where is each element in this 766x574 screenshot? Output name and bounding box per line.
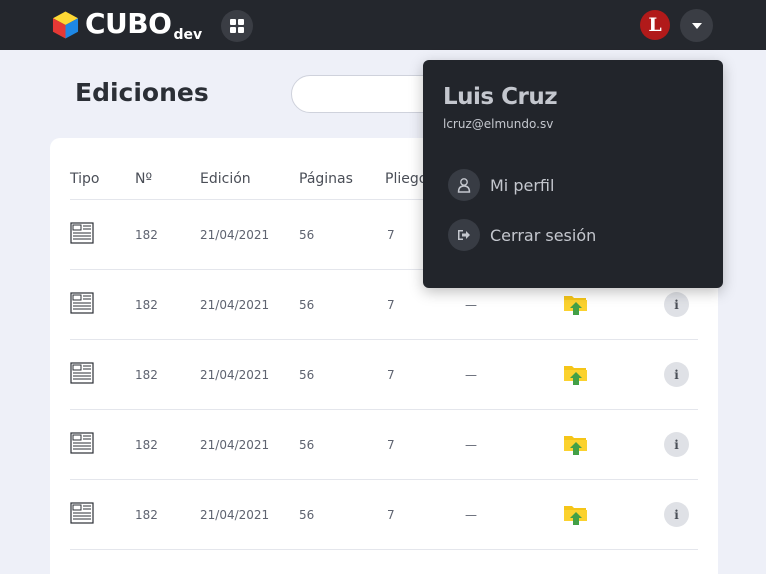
account-dropdown: Luis Cruz lcruz@elmundo.sv Mi perfil Cer… <box>423 60 723 288</box>
cell-edicion: 21/04/2021 <box>200 508 270 522</box>
page-title: Ediciones <box>75 78 209 107</box>
cell-edicion: 21/04/2021 <box>200 438 270 452</box>
menu-item-label: Mi perfil <box>490 175 555 195</box>
cell-extra: — <box>465 298 477 312</box>
cell-edicion: 21/04/2021 <box>200 368 270 382</box>
cell-extra: — <box>465 508 477 522</box>
table-row: 182 21/04/2021 56 7 — i <box>70 410 698 480</box>
newspaper-icon <box>70 292 94 314</box>
folder-upload-icon[interactable] <box>563 292 589 316</box>
info-icon[interactable]: i <box>664 432 689 457</box>
info-icon[interactable]: i <box>664 502 689 527</box>
info-icon[interactable]: i <box>664 362 689 387</box>
logout-icon <box>448 219 480 251</box>
account-menu-button[interactable] <box>680 9 713 42</box>
user-name: Luis Cruz <box>443 84 558 110</box>
cell-pliegos: 7 <box>387 228 395 242</box>
cell-numero: 182 <box>135 438 158 452</box>
caret-down-icon <box>691 22 702 29</box>
table-row: 182 21/04/2021 56 7 — i <box>70 340 698 410</box>
newspaper-icon <box>70 432 94 454</box>
newspaper-icon <box>70 222 94 244</box>
menu-item-profile[interactable]: Mi perfil <box>448 168 698 202</box>
cell-paginas: 56 <box>299 228 315 242</box>
apps-button[interactable] <box>221 10 253 42</box>
cell-numero: 182 <box>135 228 158 242</box>
cell-extra: — <box>465 368 477 382</box>
top-navbar: CUBO dev L <box>0 0 766 50</box>
user-email: lcruz@elmundo.sv <box>443 117 554 131</box>
column-header-paginas[interactable]: Páginas <box>299 171 353 187</box>
cell-numero: 182 <box>135 508 158 522</box>
cell-edicion: 21/04/2021 <box>200 298 270 312</box>
menu-item-label: Cerrar sesión <box>490 225 597 245</box>
table-row: 182 21/04/2021 56 7 — i <box>70 480 698 550</box>
cell-pliegos: 7 <box>387 508 395 522</box>
cell-pliegos: 7 <box>387 298 395 312</box>
info-icon[interactable]: i <box>664 292 689 317</box>
newspaper-icon <box>70 362 94 384</box>
grid-icon <box>230 19 244 33</box>
column-header-edicion[interactable]: Edición <box>200 171 251 187</box>
cell-extra: — <box>465 438 477 452</box>
brand-suffix: dev <box>173 27 203 43</box>
avatar[interactable]: L <box>640 10 670 40</box>
column-header-numero[interactable]: Nº <box>135 171 152 187</box>
cell-paginas: 56 <box>299 298 315 312</box>
cell-paginas: 56 <box>299 368 315 382</box>
cell-pliegos: 7 <box>387 368 395 382</box>
user-icon <box>448 169 480 201</box>
menu-item-logout[interactable]: Cerrar sesión <box>448 218 698 252</box>
cell-paginas: 56 <box>299 438 315 452</box>
cell-paginas: 56 <box>299 508 315 522</box>
cube-logo-icon <box>52 11 79 39</box>
cell-pliegos: 7 <box>387 438 395 452</box>
newspaper-icon <box>70 502 94 524</box>
cell-edicion: 21/04/2021 <box>200 228 270 242</box>
column-header-tipo[interactable]: Tipo <box>70 171 99 187</box>
folder-upload-icon[interactable] <box>563 432 589 456</box>
folder-upload-icon[interactable] <box>563 362 589 386</box>
brand-logo[interactable]: CUBO dev <box>52 9 202 43</box>
folder-upload-icon[interactable] <box>563 502 589 526</box>
cell-numero: 182 <box>135 298 158 312</box>
brand-name: CUBO <box>85 7 172 40</box>
cell-numero: 182 <box>135 368 158 382</box>
